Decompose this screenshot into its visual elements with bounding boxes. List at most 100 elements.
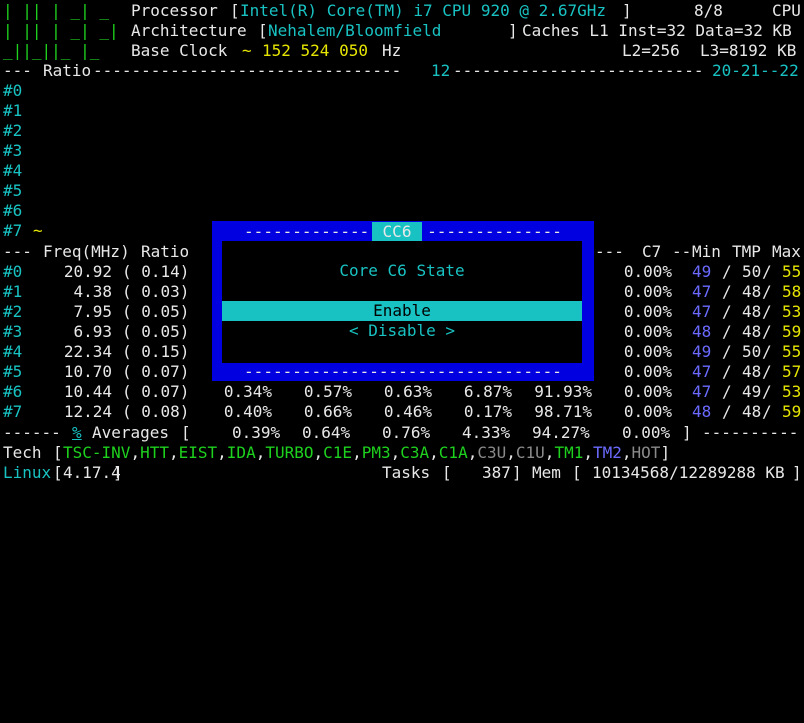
ratio-label: Ratio — [43, 61, 92, 80]
tech-separator: , — [168, 443, 179, 462]
mem-value: 10134568/12289288 KB — [592, 463, 785, 482]
core-c7: 0.00% — [623, 302, 672, 321]
tasks-label: Tasks — [382, 463, 431, 482]
tech-flag: PM3 — [361, 443, 391, 462]
col-tmp: TMP — [732, 242, 761, 261]
core-temp: 48 — [742, 402, 762, 421]
col-max: Max — [772, 242, 801, 261]
logo-line-3: _||_||_ |_ — [3, 41, 100, 60]
base-clock-value: 152 524 050 — [262, 41, 368, 60]
processor-value: Intel(R) Core(TM) i7 CPU 920 @ 2.67GHz — [240, 1, 607, 20]
tech-separator: , — [621, 443, 632, 462]
core-freq: 6.93 — [73, 322, 112, 341]
tech-flag: C1U — [515, 443, 545, 462]
core-min-temp: 47 — [692, 302, 712, 321]
ratio-core-id: #6 — [3, 201, 23, 220]
core-max-temp: 53 — [782, 302, 802, 321]
col-freq: Freq(MHz) — [43, 242, 130, 261]
temp-sep: / — [722, 342, 732, 361]
core-temp: 50 — [742, 342, 762, 361]
tech-flag: HTT — [140, 443, 169, 462]
temp-sep: / — [762, 302, 772, 321]
temp-sep: / — [722, 322, 732, 341]
logo-line-1: | || | _| _ — [3, 1, 109, 20]
temp-sep: / — [762, 342, 772, 361]
logo-line-2: | || | _| _| — [3, 21, 119, 40]
ratio-core-id: #5 — [3, 181, 23, 200]
core-freq: 12.24 — [63, 402, 112, 421]
averages-percent-toggle[interactable]: % — [72, 423, 82, 443]
tech-flag: EIST — [178, 443, 218, 462]
temp-sep: / — [722, 302, 732, 321]
ratio-core-id: #7 — [3, 221, 23, 240]
core-c6b: 6.87% — [463, 382, 512, 401]
dialog-title: CC6 — [372, 222, 422, 241]
core-max-temp: 57 — [782, 362, 802, 381]
tech-separator: , — [544, 443, 555, 462]
tech-flag: C1A — [438, 443, 468, 462]
footer-row: Linux [ 4.17.4 ] Tasks [ 387 ] Mem [ 101… — [3, 463, 802, 482]
tech-flag: C3A — [400, 443, 430, 462]
core-id: #5 — [3, 362, 23, 381]
processor-label: Processor — [131, 1, 218, 20]
header-row-1: | || | _| _ Processor [ Intel(R) Core(TM… — [3, 1, 801, 20]
core-min-temp: 49 — [692, 262, 712, 281]
ratio-core-id: #2 — [3, 121, 23, 140]
ratio-bar: --- Ratio ------------------------------… — [3, 61, 799, 80]
temp-sep: / — [722, 262, 732, 281]
core-c3: 0.57% — [303, 382, 352, 401]
core-c6c: 91.93% — [534, 382, 592, 401]
ratio-core-id: #1 — [3, 101, 23, 120]
core-id: #3 — [3, 322, 23, 341]
l2-cache: L2=256 — [622, 41, 680, 60]
core-row: #7 12.24 ( 0.08) 0.40% 0.66% 0.46% 0.17% 98.71%… — [0, 402, 804, 422]
tech-row: Tech [ TSC-INV,HTT,EIST,IDA,TURBO,C1E,PM… — [3, 443, 671, 463]
core-freq: 10.44 — [63, 382, 112, 401]
avg-c7: 0.00% — [622, 423, 671, 442]
arch-label: Architecture — [131, 21, 247, 40]
temp-sep: / — [762, 322, 772, 341]
core-c7: 0.00% — [623, 382, 672, 401]
option-disable[interactable]: < Disable > — [222, 321, 582, 341]
core-freq: 4.38 — [73, 282, 112, 301]
core-c7: 0.00% — [623, 282, 672, 301]
base-clock-label: Base Clock — [131, 41, 228, 60]
core-freq: 10.70 — [63, 362, 112, 381]
core-ratio: ( 0.08) — [122, 402, 190, 421]
col-c7: C7 — [642, 242, 662, 261]
ratio-core-id: #0 — [3, 81, 23, 100]
temp-sep: / — [722, 282, 732, 301]
core-temp: 49 — [742, 382, 762, 401]
core-c6a: 0.46% — [383, 402, 432, 421]
core-c6c: 98.71% — [534, 402, 592, 421]
core-ratio: ( 0.05) — [122, 302, 190, 321]
ratio-core-id: #3 — [3, 141, 23, 160]
averages-row: ------ % Averages [ 0.39% 0.64% 0.76% 4.… — [3, 423, 799, 443]
tech-flag: TSC-INV — [63, 443, 131, 462]
tech-flag: IDA — [226, 443, 256, 462]
core-ratio: ( 0.03) — [122, 282, 190, 301]
temp-sep: / — [762, 402, 772, 421]
tech-separator: , — [390, 443, 401, 462]
core-c7: 0.00% — [623, 262, 672, 281]
col-ratio: Ratio — [141, 242, 190, 261]
ratio-core-7-tilde: ~ — [33, 221, 43, 240]
core-c1: 0.40% — [223, 402, 272, 421]
core-c7: 0.00% — [623, 342, 672, 361]
core-max-temp: 55 — [782, 262, 802, 281]
tech-flag: HOT — [631, 443, 661, 462]
tech-list: TSC-INV,HTT,EIST,IDA,TURBO,C1E,PM3,C3A,C… — [63, 443, 670, 463]
core-min-temp: 47 — [692, 382, 712, 401]
option-enable[interactable]: Enable — [222, 301, 582, 321]
core-temp: 48 — [742, 362, 762, 381]
caches-info: Caches L1 Inst=32 Data=32 KB — [522, 21, 792, 40]
avg-c6c: 94.27% — [532, 423, 590, 442]
core-max-temp: 58 — [782, 282, 802, 301]
core-temp: 48 — [742, 322, 762, 341]
core-id: #1 — [3, 282, 23, 301]
core-max-temp: 55 — [782, 342, 802, 361]
core-min-temp: 48 — [692, 402, 712, 421]
ratio-mark-12: 12 — [431, 61, 451, 80]
temp-sep: / — [722, 362, 732, 381]
tech-close-bracket: ] — [660, 443, 671, 462]
